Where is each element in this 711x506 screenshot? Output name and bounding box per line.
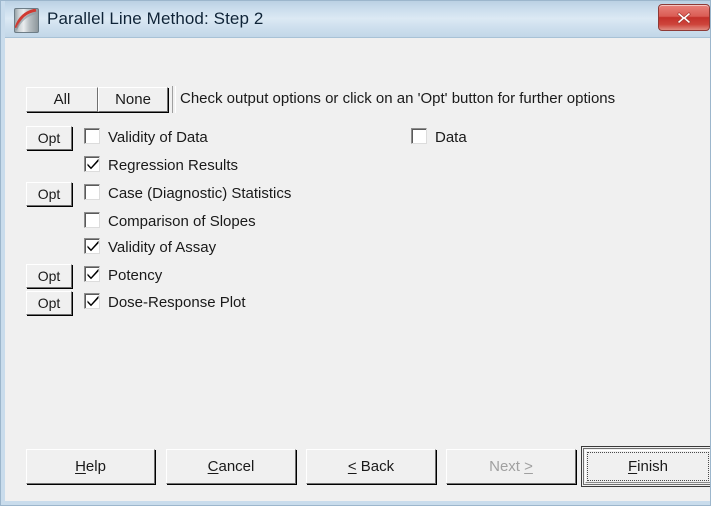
instruction-text: Check output options or click on an 'Opt… [180, 90, 616, 107]
label-case-diagnostic-statistics: Case (Diagnostic) Statistics [108, 185, 292, 202]
label-potency: Potency [108, 267, 163, 284]
checkbox-case-diagnostic-statistics[interactable] [84, 184, 100, 200]
label-dose-response-plot: Dose-Response Plot [108, 294, 246, 311]
finish-button[interactable]: Finish [581, 446, 711, 487]
label-regression-results: Regression Results [108, 157, 239, 174]
check-icon [87, 268, 99, 280]
checkbox-comparison-of-slopes[interactable] [84, 212, 100, 228]
label-data: Data [435, 129, 467, 146]
checkbox-dose-response-plot[interactable] [84, 293, 100, 309]
window-title: Parallel Line Method: Step 2 [47, 9, 264, 28]
label-validity-of-assay: Validity of Assay [108, 239, 217, 256]
help-button[interactable]: Help [26, 449, 155, 484]
check-icon [87, 240, 99, 252]
checkbox-validity-of-data[interactable] [84, 128, 100, 144]
opt-button-validity-of-data[interactable]: Opt [26, 126, 72, 150]
next-button[interactable]: Next > [446, 449, 576, 484]
cancel-button[interactable]: Cancel [166, 449, 296, 484]
dialog-client-area: All None Check output options or click o… [10, 38, 711, 501]
title-bar[interactable]: Parallel Line Method: Step 2 [5, 0, 711, 38]
checkbox-data[interactable] [411, 128, 427, 144]
select-all-button[interactable]: All [26, 87, 98, 112]
back-button[interactable]: < Back [306, 449, 436, 484]
opt-button-case-diagnostic-statistics[interactable]: Opt [26, 182, 72, 206]
check-icon [87, 158, 99, 170]
close-icon[interactable] [658, 4, 710, 31]
label-validity-of-data: Validity of Data [108, 129, 208, 146]
curve-chart-icon [14, 8, 39, 33]
checkbox-potency[interactable] [84, 266, 100, 282]
label-comparison-of-slopes: Comparison of Slopes [108, 213, 256, 230]
checkbox-regression-results[interactable] [84, 156, 100, 172]
opt-button-dose-response-plot[interactable]: Opt [26, 291, 72, 315]
checkbox-validity-of-assay[interactable] [84, 238, 100, 254]
select-none-button[interactable]: None [98, 87, 168, 112]
check-icon [87, 295, 99, 307]
toolbar-separator [172, 86, 176, 113]
opt-button-potency[interactable]: Opt [26, 264, 72, 288]
dialog-window: Parallel Line Method: Step 2 All None Ch… [0, 0, 711, 506]
